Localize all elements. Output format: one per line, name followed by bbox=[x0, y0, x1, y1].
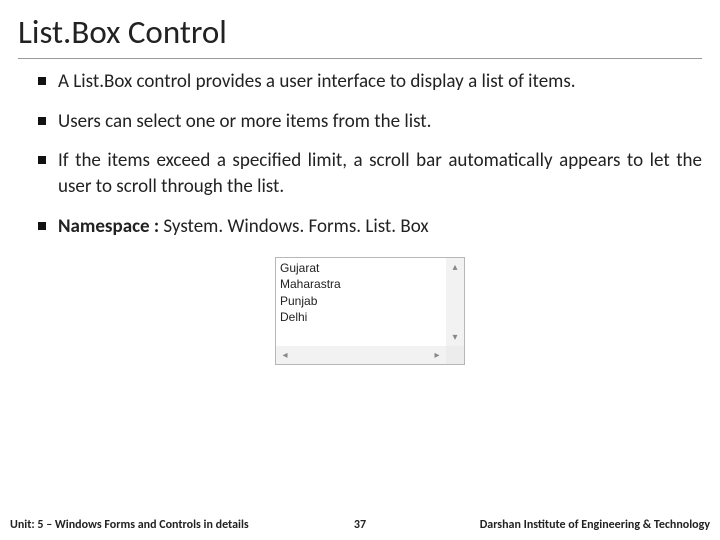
namespace-value: System. Windows. Forms. List. Box bbox=[159, 215, 428, 238]
bullet-item: A List.Box control provides a user inter… bbox=[38, 69, 702, 95]
scroll-up-icon[interactable]: ▴ bbox=[446, 258, 464, 276]
slide: List.Box Control A List.Box control prov… bbox=[0, 0, 720, 540]
listbox-demo[interactable]: Gujarat Maharastra Punjab Delhi ▴ ▾ ◂ ▸ bbox=[275, 257, 465, 365]
slide-footer: Unit: 5 – Windows Forms and Controls in … bbox=[0, 518, 720, 532]
scroll-right-icon[interactable]: ▸ bbox=[428, 346, 446, 364]
vertical-scrollbar[interactable]: ▴ ▾ bbox=[446, 258, 464, 346]
listbox-demo-wrap: Gujarat Maharastra Punjab Delhi ▴ ▾ ◂ ▸ bbox=[38, 257, 702, 365]
list-item[interactable]: Maharastra bbox=[280, 276, 446, 292]
bullet-text: If the items exceed a specified limit, a… bbox=[58, 148, 702, 199]
scroll-down-icon[interactable]: ▾ bbox=[446, 328, 464, 346]
scroll-left-icon[interactable]: ◂ bbox=[276, 346, 294, 364]
footer-unit: Unit: 5 – Windows Forms and Controls in … bbox=[10, 518, 249, 532]
bullet-marker-icon bbox=[38, 77, 46, 85]
bullet-item: Namespace : System. Windows. Forms. List… bbox=[38, 214, 702, 240]
footer-institute: Darshan Institute of Engineering & Techn… bbox=[480, 518, 710, 532]
bullet-marker-icon bbox=[38, 156, 46, 164]
bullet-marker-icon bbox=[38, 222, 46, 230]
bullet-item: If the items exceed a specified limit, a… bbox=[38, 148, 702, 199]
listbox-content: Gujarat Maharastra Punjab Delhi bbox=[276, 258, 446, 346]
namespace-label: Namespace : bbox=[58, 215, 159, 238]
bullet-text: A List.Box control provides a user inter… bbox=[58, 69, 702, 95]
slide-body: A List.Box control provides a user inter… bbox=[18, 69, 702, 365]
bullet-marker-icon bbox=[38, 117, 46, 125]
horizontal-scrollbar[interactable]: ◂ ▸ bbox=[276, 346, 464, 364]
list-item[interactable]: Gujarat bbox=[280, 260, 446, 276]
slide-title: List.Box Control bbox=[18, 12, 702, 59]
list-item[interactable]: Delhi bbox=[280, 309, 446, 325]
bullet-text: Namespace : System. Windows. Forms. List… bbox=[58, 214, 702, 240]
scrollbar-corner bbox=[446, 346, 464, 364]
list-item[interactable]: Punjab bbox=[280, 293, 446, 309]
bullet-text: Users can select one or more items from … bbox=[58, 109, 702, 135]
bullet-item: Users can select one or more items from … bbox=[38, 109, 702, 135]
